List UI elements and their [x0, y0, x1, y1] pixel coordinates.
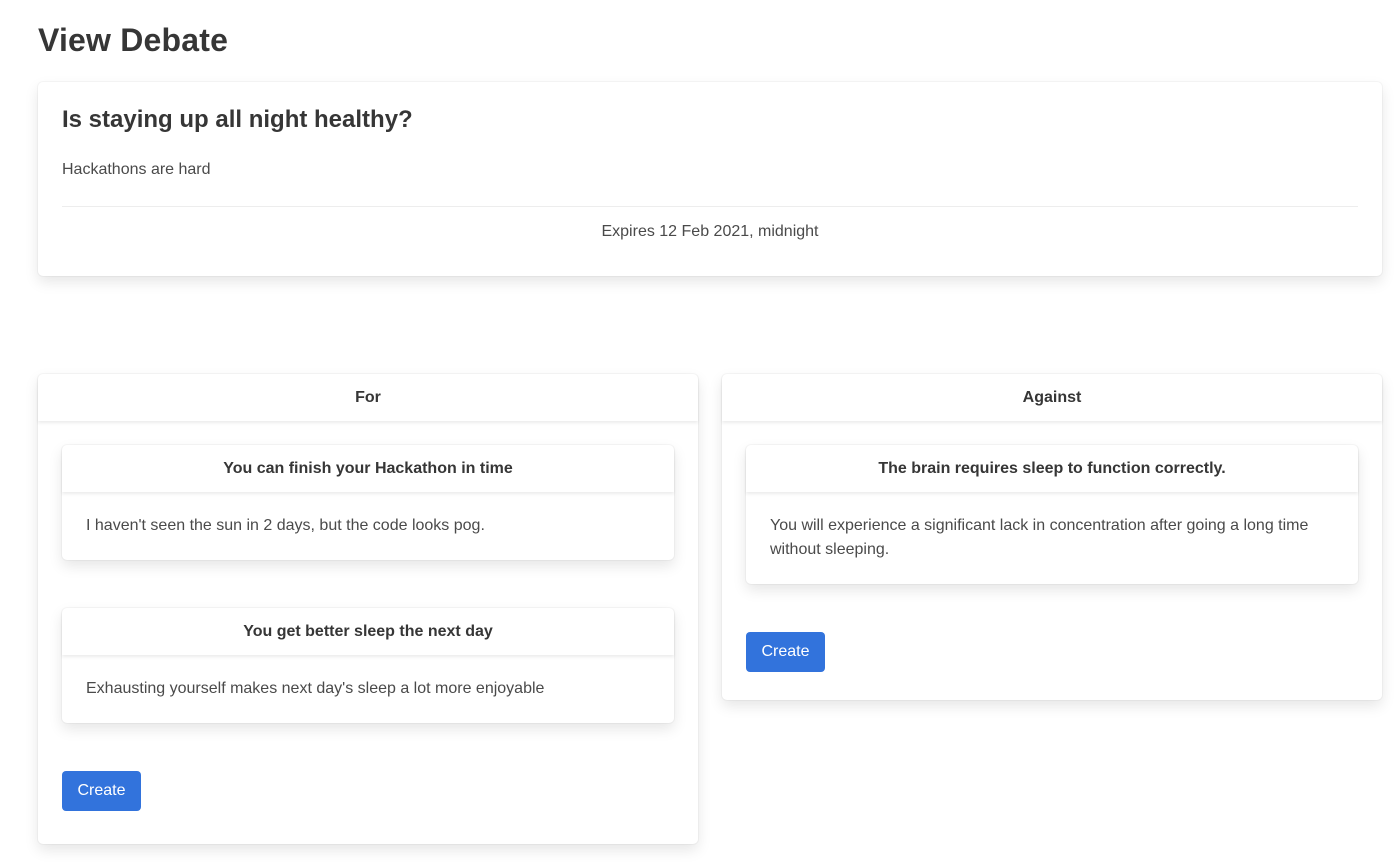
- argument-body: I haven't seen the sun in 2 days, but th…: [86, 517, 485, 534]
- for-arguments: You can finish your Hackathon in time I …: [38, 421, 698, 811]
- against-column: Against The brain requires sleep to func…: [722, 374, 1382, 700]
- create-against-argument-button[interactable]: Create: [746, 632, 825, 672]
- for-column: For You can finish your Hackathon in tim…: [38, 374, 698, 844]
- argument-title: You can finish your Hackathon in time: [62, 445, 674, 492]
- page-title: View Debate: [38, 22, 229, 58]
- argument-body: You will experience a significant lack i…: [770, 517, 1309, 558]
- argument-title: The brain requires sleep to function cor…: [746, 445, 1358, 492]
- argument-card: You can finish your Hackathon in time I …: [62, 445, 674, 560]
- create-for-argument-button[interactable]: Create: [62, 771, 141, 811]
- debate-title: Is staying up all night healthy?: [62, 106, 413, 133]
- debate-divider: [62, 206, 1358, 207]
- debate-description: Hackathons are hard: [62, 161, 211, 178]
- against-heading: Against: [722, 374, 1382, 421]
- against-arguments: The brain requires sleep to function cor…: [722, 421, 1382, 672]
- argument-title: You get better sleep the next day: [62, 608, 674, 655]
- for-heading: For: [38, 374, 698, 421]
- argument-card: The brain requires sleep to function cor…: [746, 445, 1358, 584]
- argument-card: You get better sleep the next day Exhaus…: [62, 608, 674, 723]
- debate-expiry: Expires 12 Feb 2021, midnight: [601, 223, 819, 240]
- argument-body: Exhausting yourself makes next day's sle…: [86, 680, 545, 697]
- debate-card: Is staying up all night healthy? Hackath…: [38, 82, 1382, 276]
